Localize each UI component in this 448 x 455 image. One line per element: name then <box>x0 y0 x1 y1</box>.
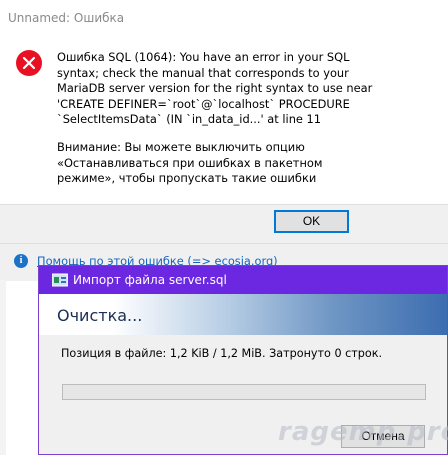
import-dialog-titlebar[interactable]: Импорт файла server.sql <box>39 266 447 294</box>
error-hint-line: Внимание: Вы можете выключить опцию <box>57 140 305 154</box>
error-dialog: Unnamed: Ошибка Ошибка SQL (1064): You h… <box>0 0 448 281</box>
error-dialog-title: Unnamed: Ошибка <box>8 11 125 25</box>
import-dialog-title: Импорт файла server.sql <box>73 273 227 287</box>
footer-divider <box>0 243 448 244</box>
error-message: Ошибка SQL (1064): You have an error in … <box>57 50 442 128</box>
error-hint-line: «Останавливаться при ошибках в пакетном <box>57 155 323 170</box>
error-dialog-titlebar[interactable]: Unnamed: Ошибка <box>0 0 448 34</box>
status-banner: Очистка... <box>39 294 447 335</box>
watermark: ragemp.pro <box>278 417 448 447</box>
error-message-line: `SelectItemsData` (IN `in_data_id...' at… <box>57 112 322 126</box>
error-hint-line: режиме», чтобы пропускать такие ошибки <box>57 171 317 185</box>
file-position-text: Позиция в файле: 1,2 KiB / 1,2 MiB. Затр… <box>61 347 383 360</box>
error-dialog-body: Ошибка SQL (1064): You have an error in … <box>0 34 448 204</box>
import-app-icon <box>52 273 68 287</box>
error-icon <box>16 50 42 76</box>
error-message-line: MariaDB server version for the right syn… <box>57 81 373 95</box>
info-icon: i <box>14 254 28 268</box>
error-message-line: Ошибка SQL (1064): You have an error in … <box>57 50 350 64</box>
error-message-line: 'CREATE DEFINER=`root`@`localhost` PROCE… <box>57 96 350 111</box>
status-heading: Очистка... <box>57 306 143 325</box>
background-window-edge <box>0 280 6 455</box>
ok-button[interactable]: OK <box>274 210 349 233</box>
error-hint: Внимание: Вы можете выключить опцию «Ост… <box>57 140 442 187</box>
progress-bar <box>62 384 426 400</box>
error-message-line: syntax; check the manual that correspond… <box>57 65 349 80</box>
